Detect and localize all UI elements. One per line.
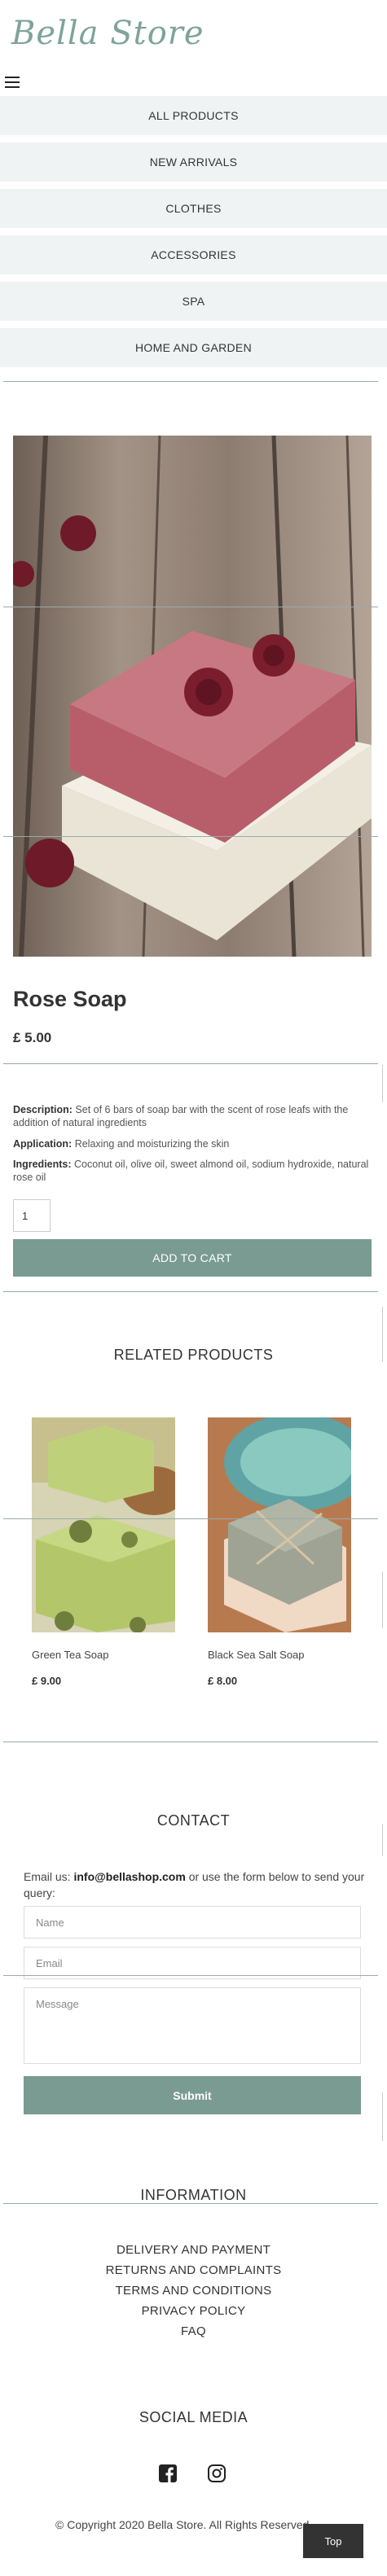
link-terms-and-conditions[interactable]: TERMS AND CONDITIONS: [0, 2280, 387, 2301]
name-input[interactable]: Name: [24, 1906, 361, 1939]
green-tea-soap-image[interactable]: [32, 1417, 175, 1632]
divider: [3, 1291, 378, 1292]
ingredients-row: Ingredients: Coconut oil, olive oil, swe…: [13, 1158, 372, 1185]
contact-prefix: Email us:: [24, 1870, 71, 1883]
email-input[interactable]: Email: [24, 1947, 361, 1979]
overlay-line: [3, 1975, 378, 1976]
scrollbar-track: [382, 1824, 383, 1856]
quantity-input[interactable]: 1: [13, 1199, 51, 1232]
related-product-name[interactable]: Green Tea Soap: [32, 1649, 178, 1661]
link-faq[interactable]: FAQ: [0, 2321, 387, 2342]
scrollbar-track: [382, 2092, 383, 2141]
application-label: Application:: [13, 1137, 73, 1150]
facebook-icon[interactable]: [158, 2464, 178, 2483]
image-overlay-line: [3, 1518, 378, 1519]
ingredients-label: Ingredients:: [13, 1158, 72, 1170]
menu-item-clothes[interactable]: CLOTHES: [0, 189, 387, 228]
product-title: Rose Soap: [13, 987, 127, 1011]
divider: [3, 1063, 378, 1064]
menu-item-all-products[interactable]: ALL PRODUCTS: [0, 96, 387, 135]
back-to-top-button[interactable]: Top: [303, 2524, 363, 2558]
store-logo[interactable]: Bella Store: [11, 15, 204, 52]
related-product-card[interactable]: Black Sea Salt Soap £ 8.00: [208, 1417, 354, 1687]
related-products-title: RELATED PRODUCTS: [113, 1347, 274, 1363]
link-delivery-and-payment[interactable]: DELIVERY AND PAYMENT: [0, 2240, 387, 2260]
message-textarea[interactable]: Message: [24, 1987, 361, 2064]
product-image: [13, 436, 372, 957]
related-product-price: £ 8.00: [208, 1675, 238, 1687]
information-links: DELIVERY AND PAYMENT RETURNS AND COMPLAI…: [0, 2240, 387, 2342]
description-row: Description: Set of 6 bars of soap bar w…: [13, 1103, 372, 1130]
application-text: Relaxing and moisturizing the skin: [74, 1137, 230, 1150]
submit-button[interactable]: Submit: [24, 2076, 361, 2114]
description-label: Description:: [13, 1104, 73, 1115]
menu-item-home-and-garden[interactable]: HOME AND GARDEN: [0, 328, 387, 367]
link-returns-and-complaints[interactable]: RETURNS AND COMPLAINTS: [0, 2260, 387, 2280]
divider: [3, 1741, 378, 1742]
add-to-cart-button[interactable]: ADD TO CART: [13, 1239, 372, 1277]
scrollbar-track: [382, 1065, 383, 1102]
link-privacy-policy[interactable]: PRIVACY POLICY: [0, 2301, 387, 2321]
divider: [3, 381, 378, 382]
contact-text: Email us: info@bellashop.com or use the …: [24, 1869, 366, 1901]
scrollbar-track: [382, 1571, 383, 1628]
related-product-price: £ 9.00: [32, 1675, 62, 1687]
instagram-icon[interactable]: [207, 2464, 226, 2483]
contact-email-link[interactable]: info@bellashop.com: [73, 1870, 185, 1883]
information-title: INFORMATION: [140, 2187, 247, 2203]
black-sea-salt-soap-image[interactable]: [208, 1417, 351, 1632]
copyright-text: © Copyright 2020 Bella Store. All Rights…: [55, 2518, 310, 2531]
related-product-card[interactable]: Green Tea Soap £ 9.00: [32, 1417, 178, 1687]
product-details: Description: Set of 6 bars of soap bar w…: [13, 1103, 372, 1191]
related-product-name[interactable]: Black Sea Salt Soap: [208, 1649, 354, 1661]
contact-title: CONTACT: [156, 1812, 231, 1829]
image-overlay-line: [3, 836, 378, 837]
application-row: Application: Relaxing and moisturizing t…: [13, 1137, 372, 1150]
menu-item-spa[interactable]: SPA: [0, 282, 387, 321]
divider: [3, 2203, 378, 2204]
hamburger-menu-icon[interactable]: [5, 77, 20, 88]
main-menu: ALL PRODUCTS NEW ARRIVALS CLOTHES ACCESS…: [0, 96, 387, 375]
menu-item-new-arrivals[interactable]: NEW ARRIVALS: [0, 142, 387, 182]
product-price: £ 5.00: [13, 1030, 52, 1045]
menu-item-accessories[interactable]: ACCESSORIES: [0, 235, 387, 274]
social-media-title: SOCIAL MEDIA: [139, 2409, 248, 2425]
